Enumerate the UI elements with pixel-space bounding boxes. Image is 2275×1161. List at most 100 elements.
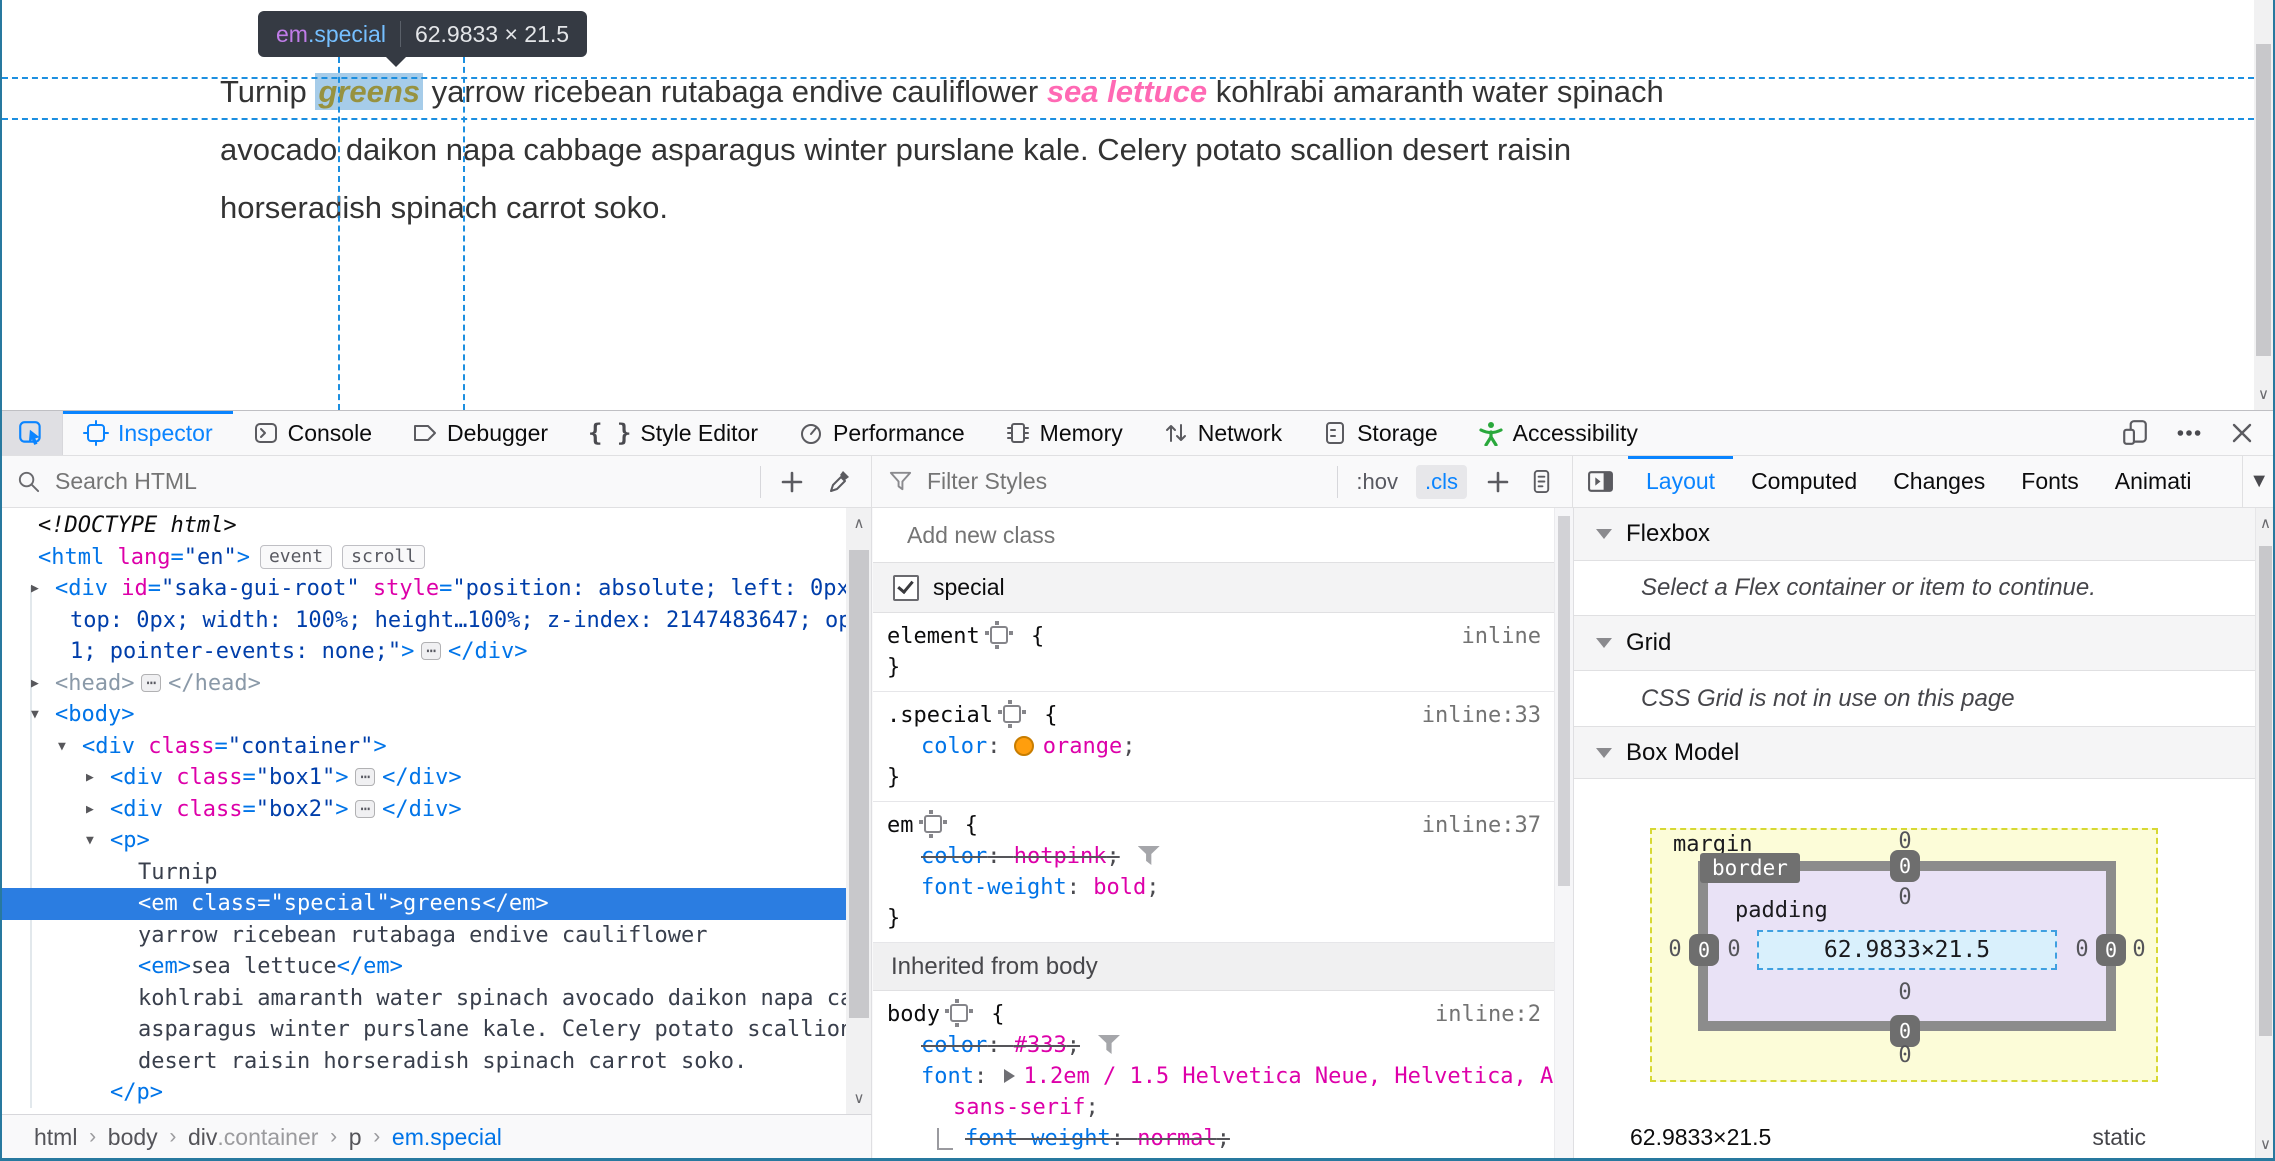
markup-row[interactable]: yarrow ricebean rutabaga endive cauliflo…: [0, 920, 846, 952]
tab-style-editor[interactable]: { } Style Editor: [568, 411, 778, 455]
markup-row[interactable]: <html lang="en"> event scroll: [0, 542, 846, 574]
markup-row[interactable]: ▶ <div class="box2"> </div>: [0, 794, 846, 826]
rule-line[interactable]: body {inline:2: [873, 999, 1573, 1030]
print-simulation-button[interactable]: [1529, 469, 1554, 494]
margin-right-value[interactable]: 0: [2132, 937, 2145, 962]
close-devtools-button[interactable]: [2229, 420, 2255, 446]
padding-bottom-value[interactable]: 0: [1898, 980, 1911, 1005]
collapse-icon[interactable]: ▼: [58, 731, 66, 763]
sidebar-tab-animations[interactable]: Animati: [2097, 456, 2210, 507]
markup-row[interactable]: ▶ <div class="box1"> </div>: [0, 762, 846, 794]
markup-row[interactable]: top: 0px; width: 100%; height…100%; z-in…: [0, 605, 871, 637]
toggle-classes-button[interactable]: .cls: [1416, 464, 1467, 499]
scroll-up-icon[interactable]: ∧: [846, 516, 871, 531]
markup-row[interactable]: 1; pointer-events: none;"> </div>: [0, 636, 846, 668]
tab-inspector[interactable]: Inspector: [63, 411, 233, 455]
rule-line[interactable]: }: [873, 903, 1573, 934]
sidebar-tab-computed[interactable]: Computed: [1733, 456, 1875, 507]
padding-left-value[interactable]: 0: [1727, 937, 1740, 962]
markup-row[interactable]: ▶ <head> </head>: [0, 668, 846, 700]
class-checkbox[interactable]: [893, 574, 919, 601]
css-rule-element[interactable]: element {inline}: [873, 613, 1573, 692]
padding-top-value[interactable]: 0: [1898, 885, 1911, 910]
rule-line[interactable]: .special {inline:33: [873, 700, 1573, 731]
tab-accessibility[interactable]: Accessibility: [1458, 411, 1658, 455]
layout-scrollbar[interactable]: ∧ ∨: [2255, 508, 2275, 1161]
rule-line[interactable]: font-weight: bold;: [873, 872, 1573, 903]
rules-scrollbar[interactable]: [1554, 508, 1573, 1161]
sidebar-tabs-overflow-button[interactable]: ▼: [2242, 456, 2275, 507]
devtools-menu-button[interactable]: [2175, 419, 2203, 447]
add-rule-button[interactable]: [1485, 469, 1511, 495]
rule-line[interactable]: color: orange;: [873, 731, 1573, 762]
rules-scrollbar-thumb[interactable]: [1558, 516, 1570, 886]
sidebar-tab-layout[interactable]: Layout: [1628, 456, 1734, 507]
rule-line[interactable]: sans-serif;: [873, 1092, 1573, 1123]
rule-line[interactable]: font-weight: normal;: [873, 1123, 1573, 1154]
tab-debugger[interactable]: Debugger: [392, 411, 568, 455]
border-top-value[interactable]: 0: [1890, 850, 1920, 882]
rule-line[interactable]: em {inline:37: [873, 810, 1573, 841]
padding-right-value[interactable]: 0: [2075, 937, 2088, 962]
expand-sidebar-button[interactable]: [1573, 456, 1628, 507]
toggle-pseudo-classes-button[interactable]: :hov: [1356, 469, 1398, 495]
css-rule-body[interactable]: body {inline:2 color: #333; font: 1.2em / …: [873, 991, 1573, 1161]
tab-storage[interactable]: Storage: [1302, 411, 1458, 455]
markup-row[interactable]: <!DOCTYPE html>: [0, 510, 846, 542]
markup-row[interactable]: <em>sea lettuce</em>: [0, 951, 846, 983]
border-left-value[interactable]: 0: [1689, 934, 1719, 966]
rule-line[interactable]: }: [873, 652, 1573, 683]
box-model-section-header[interactable]: Box Model: [1574, 727, 2275, 779]
markup-row[interactable]: ▼ <p>: [0, 825, 846, 857]
rule-source-link[interactable]: inline: [1462, 621, 1541, 652]
border-right-value[interactable]: 0: [2096, 934, 2126, 966]
collapse-icon[interactable]: ▼: [31, 699, 39, 731]
markup-row[interactable]: kohlrabi amaranth water spinach avocado …: [0, 983, 871, 1015]
grid-section-header[interactable]: Grid: [1574, 616, 2275, 671]
markup-row[interactable]: ▼ <body>: [0, 699, 846, 731]
markup-row[interactable]: ▼ <div class="container">: [0, 731, 846, 763]
rule-line[interactable]: color: #333;: [873, 1030, 1573, 1061]
markup-scrollbar[interactable]: ∧ ∨: [846, 508, 871, 1114]
pick-element-button[interactable]: [0, 411, 62, 455]
page-scrollbar[interactable]: ∨: [2254, 0, 2273, 410]
expand-icon[interactable]: ▶: [31, 668, 39, 700]
expand-icon[interactable]: ▶: [86, 794, 94, 826]
filter-styles-input[interactable]: [925, 467, 1338, 496]
margin-left-value[interactable]: 0: [1668, 937, 1681, 962]
markup-scrollbar-thumb[interactable]: [849, 550, 869, 1018]
margin-bottom-value[interactable]: 0: [1898, 1043, 1911, 1068]
rule-line[interactable]: font: 1.2em / 1.5 Helvetica Neue, Helvet…: [873, 1061, 1573, 1092]
rule-source-link[interactable]: inline:2: [1435, 999, 1541, 1030]
page-scrollbar-thumb[interactable]: [2256, 44, 2271, 356]
sidebar-tab-changes[interactable]: Changes: [1875, 456, 2003, 507]
markup-row[interactable]: ▶ <div id="saka-gui-root" style="position…: [0, 573, 863, 605]
search-html-input[interactable]: [53, 467, 760, 496]
layout-scrollbar-thumb[interactable]: [2259, 546, 2272, 1036]
rule-line[interactable]: }: [873, 762, 1573, 793]
add-node-button[interactable]: [779, 469, 805, 495]
rule-source-link[interactable]: inline:33: [1422, 700, 1541, 731]
rule-source-link[interactable]: inline:37: [1422, 810, 1541, 841]
scroll-down-icon[interactable]: ∨: [846, 1091, 871, 1106]
responsive-design-mode-button[interactable]: [2121, 419, 2149, 447]
flexbox-section-header[interactable]: Flexbox: [1574, 508, 2275, 561]
tab-performance[interactable]: Performance: [778, 411, 985, 455]
eyedropper-button[interactable]: [827, 469, 853, 495]
sidebar-tab-fonts[interactable]: Fonts: [2003, 456, 2097, 507]
markup-row[interactable]: asparagus winter purslane kale. Celery p…: [0, 1014, 853, 1046]
markup-row[interactable]: </p>: [0, 1077, 846, 1109]
scroll-down-icon[interactable]: ∨: [2254, 387, 2273, 402]
box-model-content[interactable]: 62.9833×21.5: [1757, 930, 2057, 970]
css-rule-em[interactable]: em {inline:37 color: hotpink; font-weight:…: [873, 802, 1573, 943]
css-rule-special[interactable]: .special {inline:33 color: orange;}: [873, 692, 1573, 802]
expand-icon[interactable]: ▶: [86, 762, 94, 794]
rule-line[interactable]: element {inline: [873, 621, 1573, 652]
tab-network[interactable]: Network: [1143, 411, 1302, 455]
tab-memory[interactable]: Memory: [985, 411, 1143, 455]
markup-row[interactable]: Turnip: [0, 857, 846, 889]
expand-icon[interactable]: ▶: [31, 573, 39, 605]
markup-row[interactable]: desert raisin horseradish spinach carrot…: [0, 1046, 846, 1078]
add-new-class-input[interactable]: [905, 520, 1409, 550]
tab-console[interactable]: Console: [233, 411, 392, 455]
